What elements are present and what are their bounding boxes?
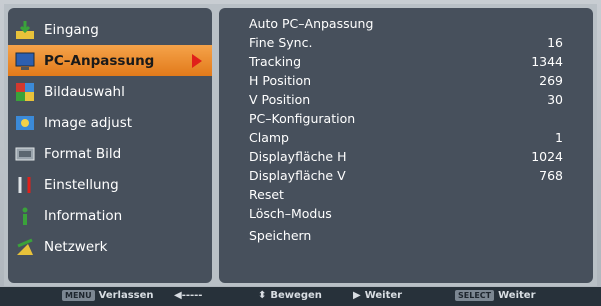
menu-item-label: PC–Anpassung bbox=[44, 52, 155, 69]
panel-row-display-h[interactable]: Displayfläche H 1024 bbox=[249, 147, 563, 166]
back-label: ◀----- bbox=[174, 290, 203, 301]
select-hint: SELECT Weiter bbox=[455, 290, 536, 301]
menu-item-label: Image adjust bbox=[44, 114, 133, 131]
pc-adjust-panel: Auto PC–Anpassung Fine Sync. 16 Tracking… bbox=[219, 8, 593, 283]
select-label: Weiter bbox=[498, 290, 536, 301]
next-label: Weiter bbox=[364, 290, 403, 301]
menu-item-pc-anpassung[interactable]: PC–Anpassung bbox=[8, 45, 212, 76]
exit-hint: MENU Verlassen bbox=[62, 290, 154, 301]
menu-item-einstellung[interactable]: Einstellung bbox=[8, 169, 212, 200]
row-value: 1024 bbox=[531, 149, 563, 164]
menu-item-label: Netzwerk bbox=[44, 238, 108, 255]
select-key-tag: SELECT bbox=[455, 290, 495, 301]
row-label: PC–Konfiguration bbox=[249, 111, 356, 126]
panel-row-clamp[interactable]: Clamp 1 bbox=[249, 128, 563, 147]
row-value: 1344 bbox=[531, 54, 563, 69]
panel-row-display-v[interactable]: Displayfläche V 768 bbox=[249, 166, 563, 185]
row-label: Displayfläche H bbox=[249, 149, 347, 164]
row-label: Displayfläche V bbox=[249, 168, 346, 183]
input-icon bbox=[14, 19, 36, 41]
row-value: 269 bbox=[539, 73, 563, 88]
up-down-icon: ⬍ bbox=[258, 290, 267, 301]
menu-item-label: Format Bild bbox=[44, 145, 122, 162]
image-select-icon bbox=[14, 81, 36, 103]
menu-item-netzwerk[interactable]: Netzwerk bbox=[8, 231, 212, 262]
image-adjust-icon bbox=[14, 112, 36, 134]
panel-row-reset[interactable]: Reset bbox=[249, 185, 563, 204]
menu-item-bildauswahl[interactable]: Bildauswahl bbox=[8, 76, 212, 107]
row-value: 30 bbox=[547, 92, 563, 107]
exit-label: Verlassen bbox=[98, 290, 154, 301]
row-label: Lösch–Modus bbox=[249, 206, 332, 221]
network-icon bbox=[14, 236, 36, 258]
panel-row-loesch-modus[interactable]: Lösch–Modus bbox=[249, 204, 563, 223]
information-icon bbox=[14, 205, 36, 227]
menu-item-label: Information bbox=[44, 207, 123, 224]
move-hint: ⬍ Bewegen bbox=[258, 290, 322, 301]
screen-format-icon bbox=[14, 143, 36, 165]
panel-row-auto-pc[interactable]: Auto PC–Anpassung bbox=[249, 14, 563, 33]
row-label: Auto PC–Anpassung bbox=[249, 16, 374, 31]
arrow-right-icon: ▶ bbox=[353, 290, 361, 301]
settings-icon bbox=[14, 174, 36, 196]
row-label: Fine Sync. bbox=[249, 35, 313, 50]
help-bar: MENU Verlassen ◀----- ⬍ Bewegen ▶ Weiter… bbox=[0, 287, 601, 306]
row-label: Tracking bbox=[249, 54, 302, 69]
row-value: 16 bbox=[547, 35, 563, 50]
menu-key-tag: MENU bbox=[62, 290, 95, 301]
panel-row-tracking[interactable]: Tracking 1344 bbox=[249, 52, 563, 71]
menu-item-information[interactable]: Information bbox=[8, 200, 212, 231]
panel-row-speichern[interactable]: Speichern bbox=[249, 226, 563, 245]
menu-item-label: Einstellung bbox=[44, 176, 119, 193]
row-label: Clamp bbox=[249, 130, 289, 145]
menu-item-format-bild[interactable]: Format Bild bbox=[8, 138, 212, 169]
panel-row-v-position[interactable]: V Position 30 bbox=[249, 90, 563, 109]
row-label: H Position bbox=[249, 73, 312, 88]
row-label: Speichern bbox=[249, 228, 312, 243]
arrow-right-icon bbox=[192, 54, 202, 68]
move-label: Bewegen bbox=[270, 290, 322, 301]
row-value: 768 bbox=[539, 168, 563, 183]
row-label: Reset bbox=[249, 187, 284, 202]
row-value: 1 bbox=[555, 130, 563, 145]
menu-item-label: Eingang bbox=[44, 21, 99, 38]
panel-row-pc-konfiguration[interactable]: PC–Konfiguration bbox=[249, 109, 563, 128]
main-menu: Eingang PC–Anpassung Bildauswahl Image a… bbox=[8, 8, 212, 283]
row-label: V Position bbox=[249, 92, 311, 107]
menu-item-image-adjust[interactable]: Image adjust bbox=[8, 107, 212, 138]
next-hint: ▶ Weiter bbox=[353, 290, 402, 301]
pc-adjust-icon bbox=[14, 50, 36, 72]
back-hint: ◀----- bbox=[174, 290, 202, 301]
panel-row-h-position[interactable]: H Position 269 bbox=[249, 71, 563, 90]
menu-item-label: Bildauswahl bbox=[44, 83, 125, 100]
menu-item-eingang[interactable]: Eingang bbox=[8, 14, 212, 45]
panel-row-fine-sync[interactable]: Fine Sync. 16 bbox=[249, 33, 563, 52]
